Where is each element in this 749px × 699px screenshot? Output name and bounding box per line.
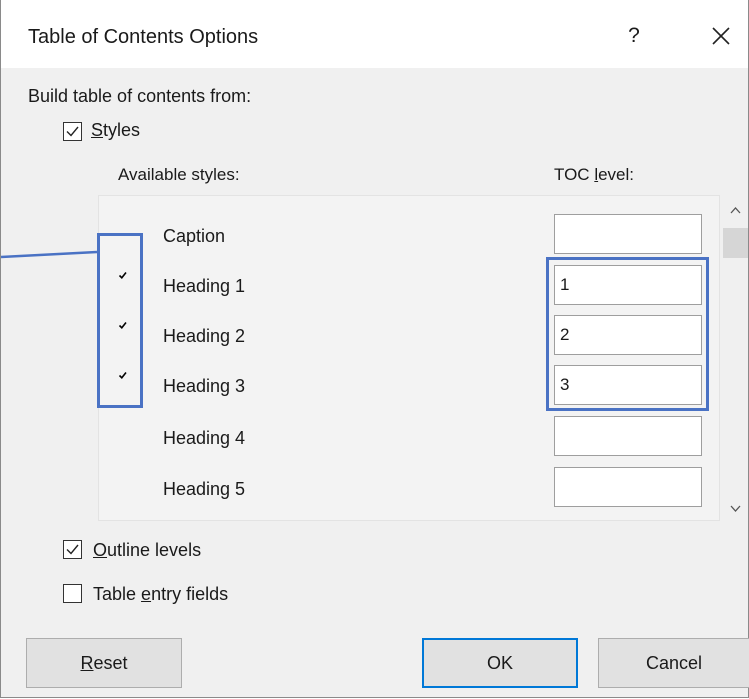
table-entry-accesskey: e (141, 584, 152, 604)
reset-label-rest: eset (93, 653, 128, 673)
toc-level-header-post: evel: (598, 165, 635, 184)
toc-level-header: TOC level: (554, 165, 634, 185)
style-name-heading-4[interactable]: Heading 4 (163, 428, 245, 449)
outline-levels-label-rest: utline levels (107, 540, 202, 560)
title-bar: Table of Contents Options ? (1, 0, 748, 68)
outline-levels-accesskey: O (93, 540, 108, 560)
reset-button[interactable]: Reset (26, 638, 182, 688)
close-button[interactable] (702, 20, 738, 52)
table-entry-fields-checkbox[interactable] (63, 584, 82, 603)
table-entry-label-pre: Table (93, 584, 142, 604)
callout-line (1, 250, 98, 259)
outline-levels-checkbox[interactable] (63, 540, 82, 559)
ok-button[interactable]: OK (422, 638, 578, 688)
style-name-heading-5[interactable]: Heading 5 (163, 479, 245, 500)
scroll-up-icon[interactable] (723, 200, 748, 220)
toc-level-input-caption[interactable] (554, 214, 702, 254)
toc-level-highlight-box (546, 257, 709, 411)
scroll-thumb[interactable] (723, 228, 748, 258)
style-name-caption[interactable]: Caption (163, 226, 225, 247)
toc-level-input-heading-4[interactable] (554, 416, 702, 456)
table-entry-label-rest: ntry fields (151, 584, 229, 604)
reset-accesskey: R (80, 653, 94, 673)
close-icon (712, 27, 730, 45)
style-name-heading-3[interactable]: Heading 3 (163, 376, 245, 397)
styles-label-rest: tyles (103, 120, 141, 140)
available-styles-header: Available styles: (118, 165, 240, 184)
style-name-heading-2[interactable]: Heading 2 (163, 326, 245, 347)
in-use-highlight-box (97, 233, 143, 408)
toc-level-header-pre: TOC (554, 165, 595, 184)
outline-levels-label[interactable]: Outline levels (93, 540, 201, 561)
style-name-heading-1[interactable]: Heading 1 (163, 276, 245, 297)
help-button[interactable]: ? (619, 20, 649, 52)
checkmark-icon (66, 544, 79, 555)
toc-options-dialog: Table of Contents Options ? Build table … (0, 0, 749, 698)
scroll-down-icon[interactable] (723, 498, 748, 518)
table-entry-fields-label[interactable]: Table entry fields (93, 584, 228, 605)
cancel-button[interactable]: Cancel (598, 638, 749, 688)
toc-level-input-heading-5[interactable] (554, 467, 702, 507)
